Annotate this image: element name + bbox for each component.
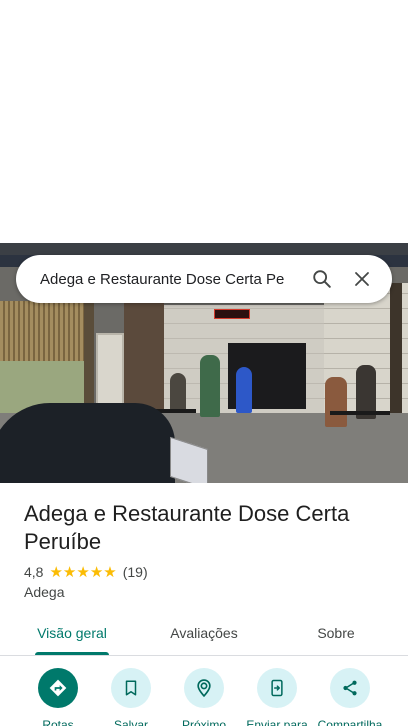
- photo-car: [0, 403, 175, 483]
- rating-value: 4,8: [24, 564, 44, 580]
- send-to-phone-button[interactable]: Enviar para: [237, 668, 317, 726]
- nearby-button[interactable]: Próximo: [164, 668, 244, 726]
- directions-circle: [38, 668, 78, 708]
- photo-person: [200, 355, 220, 417]
- place-title-line2: Peruíbe: [24, 529, 102, 554]
- star-icon: ★: [89, 562, 104, 581]
- tab-reviews-label: Avaliações: [170, 625, 238, 641]
- photo-person: [170, 373, 186, 413]
- review-count[interactable]: (19): [123, 564, 148, 580]
- place-tabs: Visão geral Avaliações Sobre: [0, 611, 408, 656]
- place-category: Adega: [24, 584, 65, 600]
- photo-person: [325, 377, 347, 427]
- place-title: Adega e Restaurante Dose Certa Peruíbe: [24, 500, 394, 556]
- photo-table: [330, 411, 390, 415]
- photo-led-sign: [214, 309, 250, 319]
- search-button[interactable]: [302, 259, 342, 299]
- active-tab-indicator: [35, 652, 109, 655]
- send-to-phone-circle: [257, 668, 297, 708]
- nearby-circle: [184, 668, 224, 708]
- tab-about-label: Sobre: [317, 625, 355, 641]
- save-button[interactable]: Salvar: [91, 668, 171, 726]
- photo-person: [236, 367, 252, 413]
- save-label: Salvar: [113, 718, 148, 726]
- share-circle: [330, 668, 370, 708]
- bookmark-icon: [125, 680, 137, 696]
- photo-roof: [0, 243, 408, 255]
- star-icon: ★: [103, 562, 117, 581]
- star-icon: ★: [49, 562, 63, 581]
- rating-row[interactable]: 4,8 ★ ★ ★ ★ ★ (19): [24, 563, 148, 581]
- directions-button[interactable]: Rotas: [18, 668, 98, 726]
- nearby-icon: [197, 679, 211, 698]
- share-icon: [343, 680, 357, 696]
- photo-door: [96, 333, 124, 413]
- action-buttons: Rotas Salvar Próximo Enviar para Compart…: [0, 668, 408, 726]
- share-button[interactable]: Compartilha: [310, 668, 390, 726]
- clear-search-button[interactable]: [342, 259, 382, 299]
- tab-overview[interactable]: Visão geral: [22, 611, 122, 655]
- photo-bamboo-fence: [0, 301, 86, 361]
- star-icon: ★: [76, 562, 90, 581]
- send-to-phone-label: Enviar para: [246, 718, 308, 726]
- tab-about[interactable]: Sobre: [298, 611, 374, 655]
- close-icon: [355, 272, 369, 286]
- nearby-label: Próximo: [181, 718, 226, 726]
- directions-label: Rotas: [42, 718, 74, 726]
- star-icon: ★: [62, 562, 77, 581]
- send-to-phone-icon: [271, 679, 283, 697]
- directions-icon: [49, 679, 67, 697]
- map-blank-area: [0, 0, 408, 243]
- search-bar[interactable]: Adega e Restaurante Dose Certa Pe: [16, 255, 392, 303]
- tab-overview-label: Visão geral: [37, 625, 107, 641]
- search-input[interactable]: Adega e Restaurante Dose Certa Pe: [40, 271, 302, 288]
- place-title-line1: Adega e Restaurante Dose Certa: [24, 501, 350, 526]
- save-circle: [111, 668, 151, 708]
- search-icon: [313, 270, 331, 288]
- share-label: Compartilha: [317, 718, 383, 726]
- rating-stars: ★ ★ ★ ★ ★: [49, 562, 117, 581]
- tab-reviews[interactable]: Avaliações: [154, 611, 254, 655]
